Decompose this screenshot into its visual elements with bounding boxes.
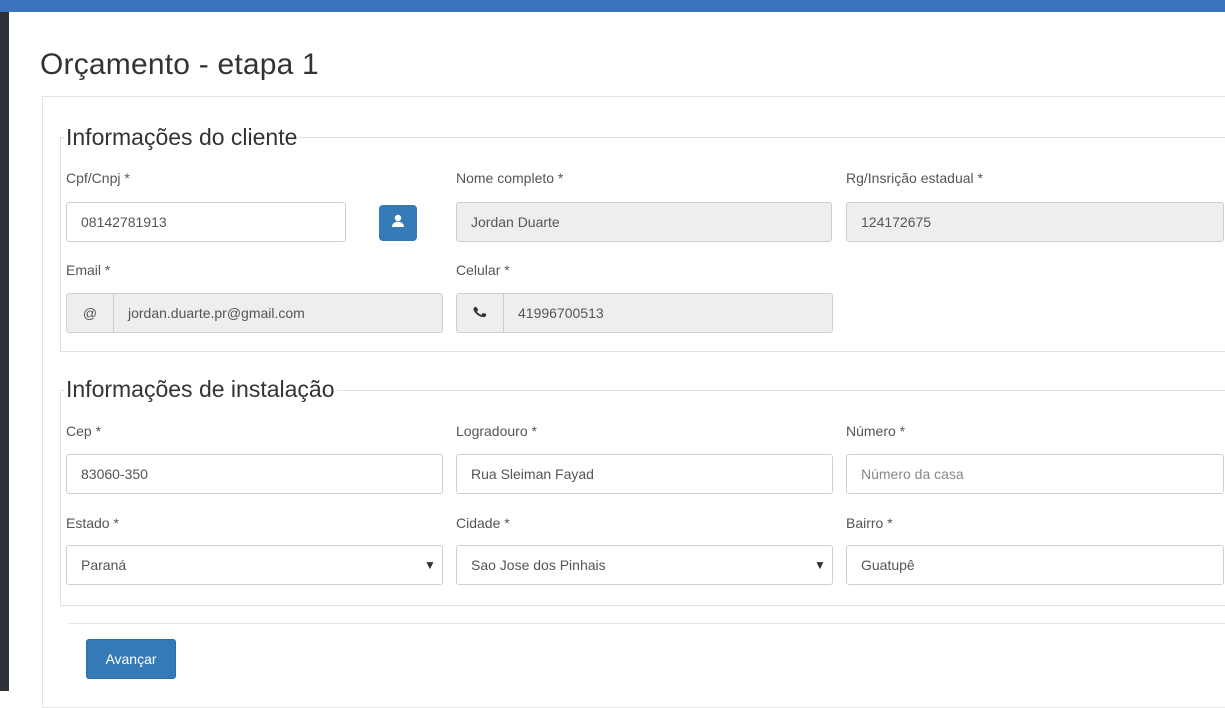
top-accent-bar	[0, 0, 1225, 12]
client-section-legend: Informações do cliente	[64, 124, 300, 151]
estado-chevron-down-icon: ▼	[424, 558, 436, 572]
cep-label: Cep *	[66, 423, 102, 439]
form-divider	[68, 623, 1225, 624]
cidade-select[interactable]: Sao Jose dos Pinhais	[456, 545, 833, 585]
cidade-label: Cidade *	[456, 515, 510, 531]
celular-input[interactable]: 41996700513	[503, 293, 833, 333]
estado-select[interactable]: Paraná	[66, 545, 443, 585]
numero-input[interactable]: Número da casa	[846, 454, 1224, 494]
client-lookup-button[interactable]	[379, 205, 417, 241]
estado-label: Estado *	[66, 515, 119, 531]
cep-input[interactable]: 83060-350	[66, 454, 443, 494]
cpf-label: Cpf/Cnpj *	[66, 170, 130, 186]
top-bar	[0, 0, 1225, 12]
rg-label: Rg/Insrição estadual *	[846, 170, 983, 186]
rg-input[interactable]: 124172675	[846, 202, 1224, 242]
cpf-input[interactable]: 08142781913	[66, 202, 346, 242]
phone-addon	[456, 293, 504, 333]
logradouro-input[interactable]: Rua Sleiman Fayad	[456, 454, 833, 494]
logradouro-label: Logradouro *	[456, 423, 537, 439]
nome-label: Nome completo *	[456, 170, 564, 186]
numero-label: Número *	[846, 423, 906, 439]
phone-icon	[472, 304, 488, 323]
next-button[interactable]: Avançar	[86, 639, 176, 679]
bairro-input[interactable]: Guatupê	[846, 545, 1224, 585]
cidade-chevron-down-icon: ▼	[814, 558, 826, 572]
install-section-legend: Informações de instalação	[64, 376, 337, 403]
left-sidebar-edge	[0, 12, 9, 691]
nome-input[interactable]: Jordan Duarte	[456, 202, 832, 242]
page-title: Orçamento - etapa 1	[40, 48, 319, 81]
user-icon	[390, 213, 406, 234]
celular-label: Celular *	[456, 262, 510, 278]
email-label: Email *	[66, 262, 111, 278]
email-input[interactable]: jordan.duarte.pr@gmail.com	[113, 293, 443, 333]
email-addon: @	[66, 293, 114, 333]
bairro-label: Bairro *	[846, 515, 893, 531]
